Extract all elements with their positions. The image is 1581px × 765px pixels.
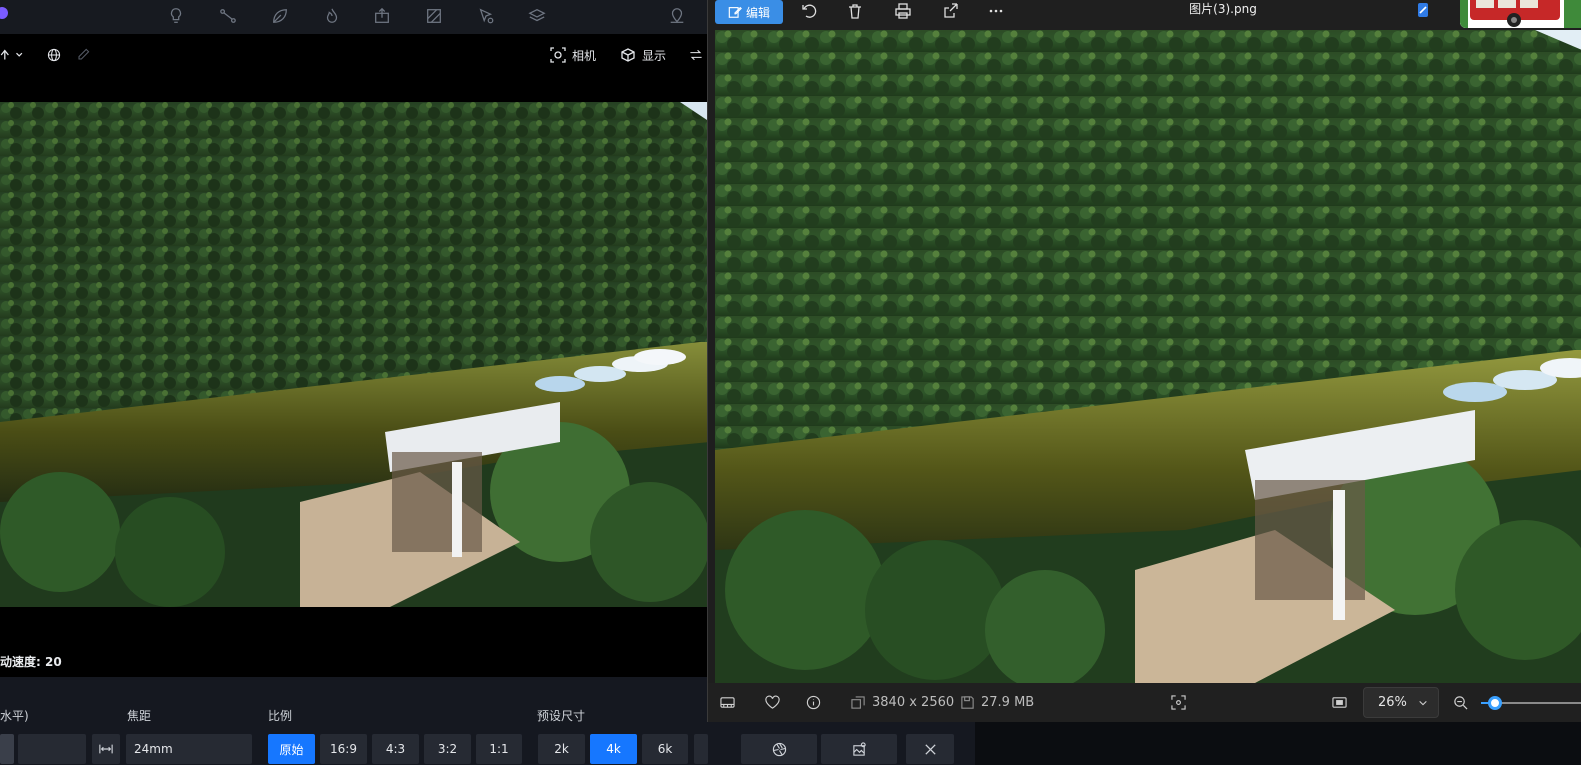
cube-icon xyxy=(621,48,635,62)
globe-icon[interactable] xyxy=(44,45,64,65)
fit-width-icon xyxy=(99,744,113,754)
navigate-dropdown-icon[interactable] xyxy=(0,45,26,65)
ratio-1-1-button[interactable]: 1:1 xyxy=(476,734,522,764)
nodes-icon[interactable] xyxy=(218,6,238,26)
bulb-icon[interactable] xyxy=(166,6,186,26)
cursor-bell-icon[interactable] xyxy=(476,6,496,26)
dimensions-text: 3840 x 2560 xyxy=(872,695,955,710)
focal-length-label: 焦距 xyxy=(127,709,152,723)
preset-size-label: 预设尺寸 xyxy=(537,709,586,723)
heart-icon xyxy=(765,695,780,709)
focus-frame-icon xyxy=(1171,695,1186,710)
dimensions-info: 3840 x 2560 xyxy=(851,683,954,722)
printer-icon xyxy=(895,3,911,19)
delete-button[interactable] xyxy=(843,0,867,22)
zoom-out-button[interactable] xyxy=(1453,683,1468,722)
upload-box-icon[interactable] xyxy=(372,6,392,26)
display-label: 显示 xyxy=(642,48,667,63)
eyedropper-icon[interactable] xyxy=(73,45,93,65)
photo-toolbar: 编辑 图片(3).png xyxy=(708,0,1581,30)
display-button[interactable]: 显示 xyxy=(620,45,666,65)
swap-icon[interactable] xyxy=(686,45,706,65)
ratio-4-3-button[interactable]: 4:3 xyxy=(372,734,419,764)
edit-label: 编辑 xyxy=(745,5,770,20)
mode-icon-bar xyxy=(0,0,712,34)
render-viewport[interactable] xyxy=(0,102,710,607)
file-size-text: 27.9 MB xyxy=(981,695,1035,710)
info-button[interactable] xyxy=(806,683,821,722)
zoom-slider-thumb[interactable] xyxy=(1488,696,1502,710)
share-button[interactable] xyxy=(939,0,963,22)
preset-4k-button[interactable]: 4k xyxy=(590,734,637,764)
image-export-icon xyxy=(852,741,866,756)
preset-8k-button[interactable]: 8k xyxy=(694,734,708,764)
edit-button[interactable]: 编辑 xyxy=(715,0,783,24)
file-name: 图片(3).png xyxy=(1189,2,1257,16)
app-logo xyxy=(0,7,8,19)
fit-window-icon xyxy=(1332,697,1347,708)
designer-icon xyxy=(1418,3,1428,17)
move-speed-text: 动速度: 20 xyxy=(0,655,62,669)
preset-6k-button[interactable]: 6k xyxy=(642,734,688,764)
designer-button[interactable] xyxy=(1411,0,1435,22)
fit-width-button[interactable] xyxy=(92,734,120,764)
pin-icon[interactable] xyxy=(667,6,687,26)
leaf-icon[interactable] xyxy=(270,6,290,26)
render-app: 相机 显示 动速度: 20 xyxy=(0,0,712,765)
edit-icon xyxy=(728,6,742,18)
zoom-dropdown[interactable]: 26% xyxy=(1363,687,1439,718)
actual-size-button[interactable] xyxy=(1332,683,1347,722)
ratio-original-button[interactable]: 原始 xyxy=(268,734,315,764)
share-icon xyxy=(944,3,958,18)
texture-icon[interactable] xyxy=(424,6,444,26)
aperture-icon xyxy=(772,742,786,756)
export-image-button[interactable] xyxy=(821,734,897,764)
displayed-photo xyxy=(715,30,1581,683)
more-options-button[interactable] xyxy=(984,0,1008,22)
photo-canvas[interactable] xyxy=(715,30,1581,683)
horizontal-label: 水平) xyxy=(0,709,29,723)
ratio-16-9-button[interactable]: 16:9 xyxy=(320,734,367,764)
thumbnail-preview[interactable] xyxy=(1460,0,1581,28)
camera-frame-icon xyxy=(550,47,566,63)
fit-screen-button[interactable] xyxy=(1171,683,1186,722)
image-size-icon xyxy=(851,696,865,709)
zoom-value: 26% xyxy=(1378,695,1407,710)
rotate-icon xyxy=(802,4,817,18)
camera-label: 相机 xyxy=(572,48,597,63)
filmstrip-icon xyxy=(720,697,735,708)
ellipsis-icon xyxy=(989,9,1003,13)
zoom-out-icon xyxy=(1454,696,1468,710)
photo-viewer-window: 编辑 图片(3).png 3840 x 2560 27.9 MB 26% xyxy=(707,0,1581,722)
filmstrip-button[interactable] xyxy=(720,683,735,722)
layers-icon[interactable] xyxy=(527,6,547,26)
preset-2k-button[interactable]: 2k xyxy=(538,734,585,764)
camera-button[interactable]: 相机 xyxy=(550,45,596,65)
focal-length-input[interactable]: 24mm xyxy=(126,734,252,764)
save-disk-icon xyxy=(961,696,974,709)
flame-icon[interactable] xyxy=(322,6,342,26)
info-icon xyxy=(806,695,821,710)
bus-thumbnail xyxy=(1460,0,1581,28)
close-panel-button[interactable] xyxy=(906,734,954,764)
view-toolbar: 相机 显示 xyxy=(0,34,712,76)
close-icon xyxy=(924,743,936,755)
horizontal-input[interactable] xyxy=(18,734,86,764)
rotate-button[interactable] xyxy=(797,0,821,22)
favorite-button[interactable] xyxy=(765,683,780,722)
print-button[interactable] xyxy=(891,0,915,22)
photo-status-bar: 3840 x 2560 27.9 MB 26% xyxy=(708,683,1581,722)
ratio-label: 比例 xyxy=(268,709,293,723)
scene-render xyxy=(0,102,710,607)
ratio-3-2-button[interactable]: 3:2 xyxy=(424,734,471,764)
chevron-down-icon xyxy=(1419,700,1427,705)
trash-icon xyxy=(849,4,861,19)
file-size-info: 27.9 MB xyxy=(960,683,1034,722)
zoom-slider-track[interactable] xyxy=(1493,702,1581,704)
horizontal-swatch[interactable] xyxy=(0,734,14,764)
aperture-button[interactable] xyxy=(741,734,817,764)
